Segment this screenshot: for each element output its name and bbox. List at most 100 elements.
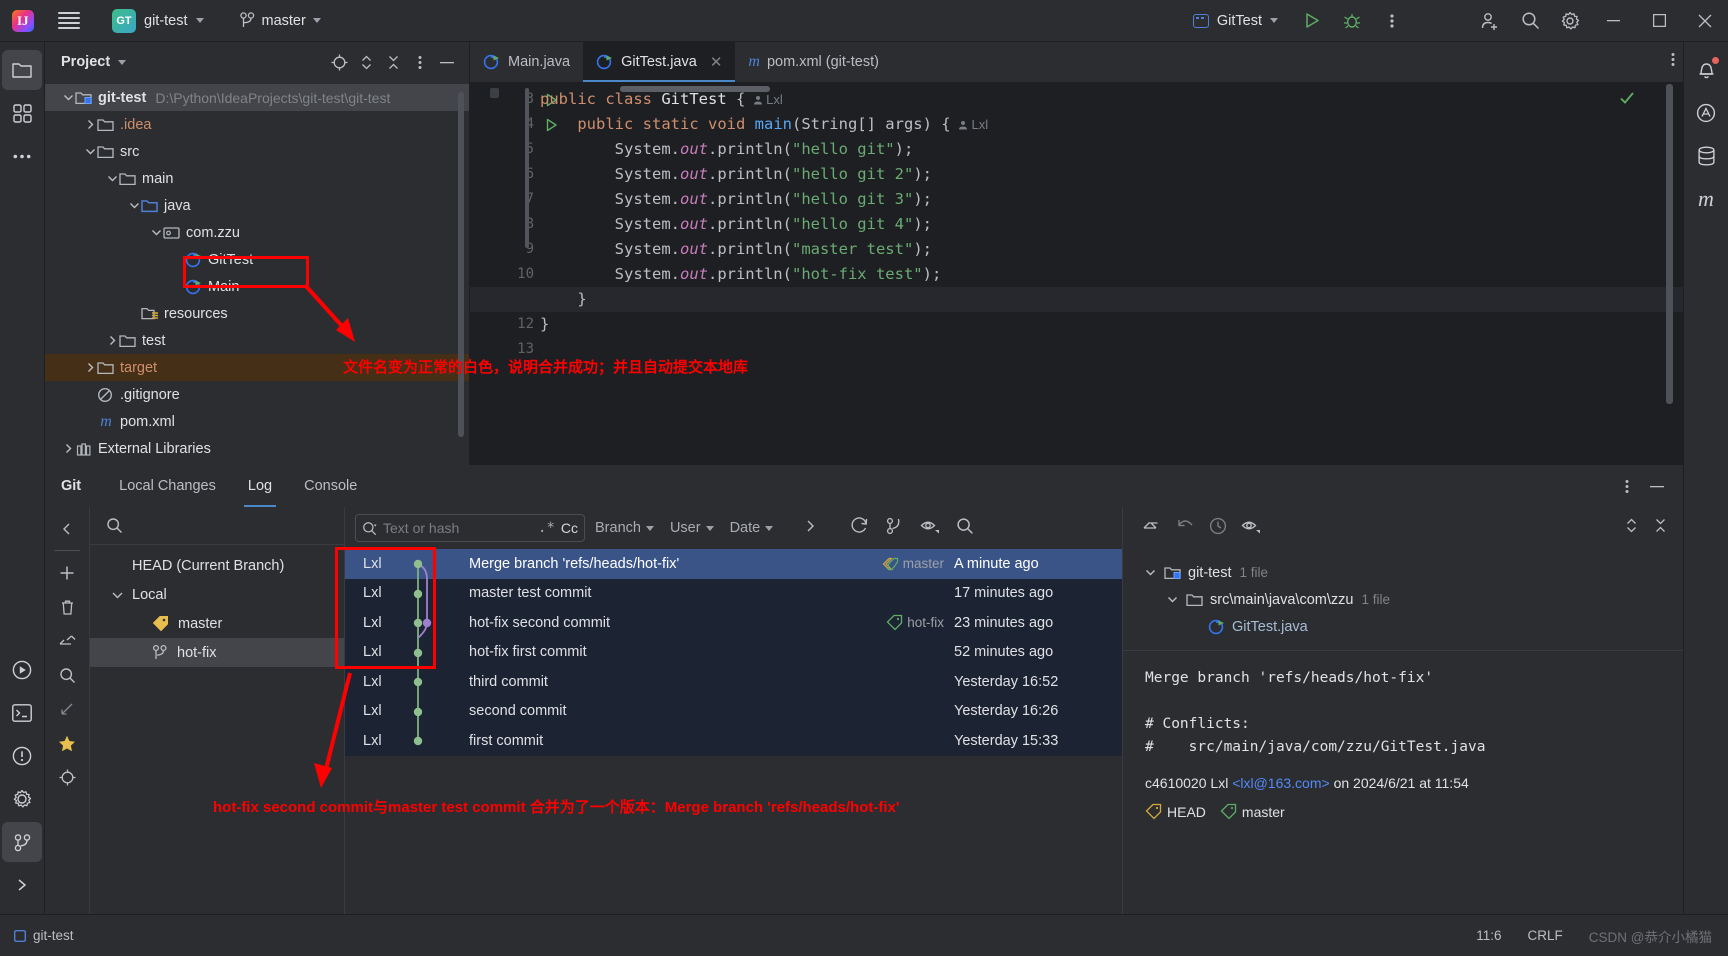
- chevron-down-icon[interactable]: [118, 59, 127, 65]
- tree-expand-arrow[interactable]: [83, 145, 97, 159]
- delete-branch-icon[interactable]: [51, 591, 83, 623]
- editor-scrollbar[interactable]: [1666, 84, 1673, 404]
- editor-gutter[interactable]: 345678910111213: [470, 82, 557, 465]
- details-preview-icon[interactable]: [1241, 518, 1261, 539]
- close-tab-icon[interactable]: ✕: [710, 53, 723, 71]
- close-details-icon[interactable]: [1654, 517, 1667, 539]
- git-tab[interactable]: Log: [232, 465, 288, 507]
- new-branch-icon[interactable]: [51, 557, 83, 589]
- tree-expand-arrow[interactable]: [61, 442, 75, 456]
- chevron-right-icon[interactable]: [107, 335, 118, 346]
- regex-toggle[interactable]: .*: [538, 520, 555, 536]
- project-tree-row[interactable]: resources: [45, 300, 469, 327]
- changed-file-row[interactable]: GitTest.java: [1123, 613, 1683, 640]
- project-options-icon[interactable]: [408, 50, 432, 74]
- project-tree-row[interactable]: .gitignore: [45, 381, 469, 408]
- project-tree-row[interactable]: git-test D:\Python\IdeaProjects\git-test\…: [45, 84, 469, 111]
- more-filters-icon[interactable]: [805, 519, 816, 538]
- expand-details-icon[interactable]: [1625, 517, 1638, 539]
- tree-expand-arrow[interactable]: [83, 415, 97, 429]
- expand-collapse-icon[interactable]: [354, 50, 378, 74]
- chevron-right-icon[interactable]: [63, 443, 74, 454]
- project-tree-scrollbar[interactable]: [458, 92, 464, 437]
- show-branch-graph-icon[interactable]: [885, 516, 904, 540]
- search-branches-icon[interactable]: [51, 659, 83, 691]
- editor-tab[interactable]: GitTest.java ✕: [583, 42, 736, 82]
- code-line[interactable]: }: [540, 312, 1683, 337]
- run-configuration-selector[interactable]: GitTest: [1185, 9, 1286, 33]
- tree-expand-arrow[interactable]: [171, 280, 185, 294]
- project-tree-row[interactable]: src: [45, 138, 469, 165]
- editor-horizontal-scrollbar[interactable]: [620, 86, 770, 92]
- tree-expand-arrow[interactable]: [61, 91, 75, 105]
- more-actions-button[interactable]: [1372, 1, 1412, 41]
- tree-expand-arrow[interactable]: [149, 226, 163, 240]
- project-selector[interactable]: GT git-test: [104, 5, 212, 37]
- debug-button[interactable]: [1332, 1, 1372, 41]
- git-target-icon[interactable]: [51, 761, 83, 793]
- maven-icon[interactable]: m: [1686, 179, 1726, 219]
- status-project[interactable]: git-test: [0, 928, 74, 943]
- collapse-branches-icon[interactable]: [51, 513, 83, 545]
- commit-ref-tag[interactable]: master: [882, 556, 944, 572]
- code-line[interactable]: System.out.println("master test");: [540, 237, 1683, 262]
- changed-file-row[interactable]: src\main\java\com\zzu 1 file: [1123, 586, 1683, 613]
- commit-ref-chip[interactable]: master: [1220, 803, 1285, 820]
- tree-expand-arrow[interactable]: [171, 253, 185, 267]
- branch-tree[interactable]: HEAD (Current Branch) Local master hot-fi…: [90, 545, 344, 667]
- project-tree-row[interactable]: target: [45, 354, 469, 381]
- code-line[interactable]: public static void main(String[] args) {…: [540, 112, 1683, 137]
- settings-gear-icon[interactable]: [1550, 1, 1590, 41]
- branch-item-list[interactable]: master hot-fix: [90, 609, 344, 667]
- chevron-right-icon[interactable]: [85, 362, 96, 373]
- changed-files-tree[interactable]: git-test 1 file src\main\java\com\zzu 1 fil…: [1123, 549, 1683, 651]
- status-line-separator[interactable]: CRLF: [1528, 928, 1563, 943]
- project-tree-row[interactable]: main: [45, 165, 469, 192]
- tree-expand-arrow[interactable]: [83, 361, 97, 375]
- git-panel-options-icon[interactable]: [1615, 474, 1639, 498]
- commit-row[interactable]: Lxl second commit Yesterday 16:26: [345, 696, 1122, 727]
- code-line[interactable]: System.out.println("hot-fix test");: [540, 262, 1683, 287]
- project-tree-row[interactable]: com.zzu: [45, 219, 469, 246]
- tree-expand-arrow[interactable]: [1167, 594, 1181, 605]
- show-preview-icon[interactable]: [920, 518, 940, 539]
- rail-project-icon[interactable]: [2, 50, 42, 90]
- locate-file-icon[interactable]: [327, 50, 351, 74]
- project-tree-row[interactable]: test: [45, 327, 469, 354]
- code-vision-author[interactable]: Lxl: [951, 117, 988, 132]
- code-line[interactable]: System.out.println("hello git 4");: [540, 212, 1683, 237]
- log-filters[interactable]: Branch User Date: [595, 520, 774, 536]
- project-tree-row[interactable]: .idea: [45, 111, 469, 138]
- code-vision-author[interactable]: Lxl: [745, 92, 783, 107]
- minimize-window-button[interactable]: [1590, 0, 1636, 42]
- merge-branch-icon[interactable]: [51, 693, 83, 725]
- editor-code-body[interactable]: public class GitTest { Lxl public static…: [470, 82, 1683, 465]
- commit-row[interactable]: Lxl hot-fix second commit hot-fix 23 minute…: [345, 608, 1122, 638]
- code-editor[interactable]: 345678910111213 public class GitTest { L…: [470, 82, 1683, 465]
- log-search-icon[interactable]: [956, 517, 974, 540]
- tree-expand-arrow[interactable]: [127, 307, 141, 321]
- git-tab[interactable]: Local Changes: [103, 465, 232, 507]
- tree-expand-arrow[interactable]: [105, 172, 119, 186]
- commit-list[interactable]: Lxl Merge branch 'refs/heads/hot-fix' mast…: [345, 549, 1122, 914]
- match-case-toggle[interactable]: Cc: [561, 520, 578, 536]
- editor-tab[interactable]: Main.java: [470, 42, 583, 82]
- code-line[interactable]: }: [470, 287, 1683, 312]
- commit-ref-chip[interactable]: HEAD: [1145, 803, 1206, 820]
- tree-expand-arrow[interactable]: [1145, 567, 1159, 578]
- search-icon[interactable]: [1510, 1, 1550, 41]
- code-line[interactable]: System.out.println("hello git 2");: [540, 162, 1683, 187]
- branch-selector[interactable]: master: [232, 8, 329, 33]
- rail-run-icon[interactable]: [2, 650, 42, 690]
- commit-row[interactable]: Lxl Merge branch 'refs/heads/hot-fix' mast…: [345, 549, 1122, 579]
- branch-group-local[interactable]: Local: [90, 580, 344, 609]
- tree-expand-arrow[interactable]: [127, 199, 141, 213]
- branch-search-bar[interactable]: [90, 507, 344, 545]
- main-menu-icon[interactable]: [58, 11, 80, 30]
- branch-head-row[interactable]: HEAD (Current Branch): [90, 551, 344, 580]
- chevron-down-icon[interactable]: [1167, 594, 1178, 605]
- chevron-down-icon[interactable]: [1145, 567, 1156, 578]
- database-icon[interactable]: [1686, 136, 1726, 176]
- rail-expand-icon[interactable]: [2, 865, 42, 905]
- history-icon[interactable]: [1209, 517, 1227, 540]
